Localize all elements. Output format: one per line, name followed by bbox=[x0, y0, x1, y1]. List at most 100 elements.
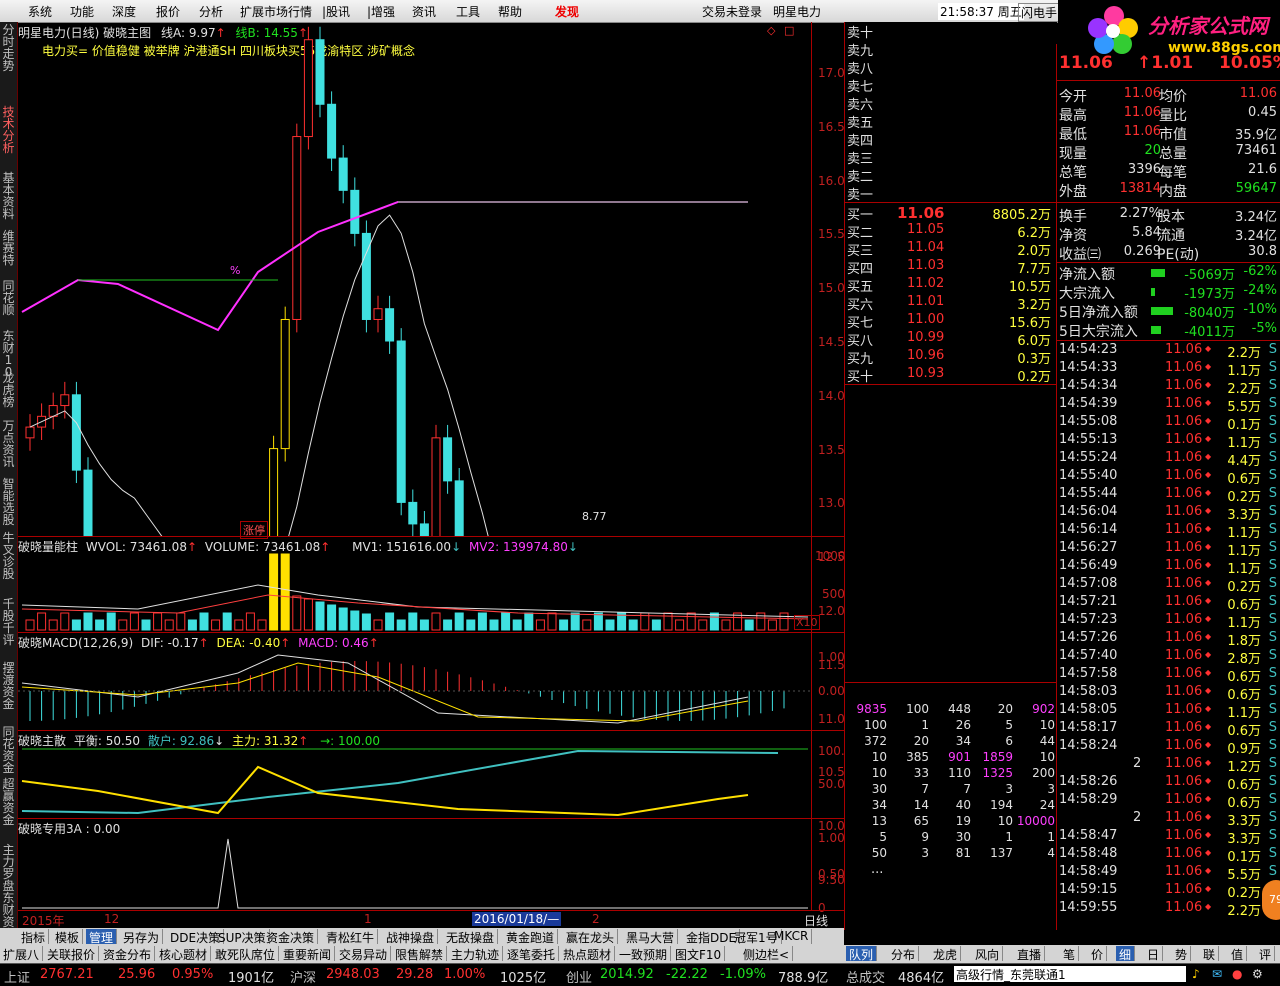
extension-tab-10[interactable]: 热点题材 bbox=[560, 946, 616, 962]
book-tab-4[interactable]: 直播 bbox=[1014, 946, 1046, 962]
menu-info[interactable]: 资讯 bbox=[412, 3, 436, 20]
book-tab-3[interactable]: 风向 bbox=[972, 946, 1004, 962]
buy-level-label[interactable]: 买五 bbox=[847, 276, 873, 295]
candle-body[interactable] bbox=[373, 308, 383, 320]
floating-badge[interactable]: 79 bbox=[1262, 880, 1280, 920]
buy-level-label[interactable]: 买七 bbox=[847, 312, 873, 331]
indicator-tab-1[interactable]: 模板 bbox=[52, 929, 84, 945]
macd-chart[interactable] bbox=[18, 633, 844, 730]
buy-level-label[interactable]: 买六 bbox=[847, 294, 873, 313]
candle-body[interactable] bbox=[315, 39, 325, 105]
extension-tab-7[interactable]: 限售解禁 bbox=[392, 946, 448, 962]
menu-extended-market[interactable]: 扩展市场行情 bbox=[240, 3, 312, 20]
indicator-tab-9[interactable]: 无敌操盘 bbox=[443, 929, 499, 945]
candle-body[interactable] bbox=[454, 480, 464, 536]
menu-system[interactable]: 系统 bbox=[28, 3, 52, 20]
book-tab-1[interactable]: 分布 bbox=[888, 946, 920, 962]
period-label[interactable]: 日线 bbox=[804, 912, 828, 929]
diamond-icon[interactable]: ◇ bbox=[767, 24, 775, 37]
candle-body[interactable] bbox=[25, 426, 35, 439]
settings-icon[interactable]: ⚙ bbox=[1252, 967, 1263, 981]
sell-level-7[interactable]: 卖七 bbox=[847, 76, 873, 95]
candle-body[interactable] bbox=[396, 340, 406, 503]
left-tab-3[interactable]: 维赛特 bbox=[1, 230, 16, 266]
quote-tab-2[interactable]: 细 bbox=[1116, 946, 1136, 962]
menu-help[interactable]: 帮助 bbox=[498, 3, 522, 20]
indicator-tab-8[interactable]: 战神操盘 bbox=[383, 929, 439, 945]
buy-level-label[interactable]: 买四 bbox=[847, 258, 873, 277]
left-tab-4[interactable]: 同花顺 bbox=[1, 280, 16, 316]
candle-body[interactable] bbox=[303, 39, 313, 138]
menu-enhance[interactable]: |增强 bbox=[367, 3, 395, 20]
left-tab-8[interactable]: 智能选股 bbox=[1, 478, 16, 526]
left-tab-2[interactable]: 基本资料 bbox=[1, 172, 16, 220]
indicator-tab-12[interactable]: 黑马大营 bbox=[623, 929, 679, 945]
candle-body[interactable] bbox=[408, 501, 418, 525]
left-tab-10[interactable]: 千股千评 bbox=[1, 598, 16, 646]
candle-body[interactable] bbox=[419, 523, 429, 536]
volume-chart[interactable] bbox=[18, 537, 844, 632]
sell-level-9[interactable]: 卖九 bbox=[847, 40, 873, 59]
menu-tools[interactable]: 工具 bbox=[456, 3, 480, 20]
quote-tab-4[interactable]: 势 bbox=[1172, 946, 1192, 962]
left-tab-12[interactable]: 同花资金 bbox=[1, 726, 16, 774]
extension-tab-3[interactable]: 核心题材 bbox=[156, 946, 212, 962]
indicator-tab-3[interactable]: 另存为 bbox=[120, 929, 164, 945]
extension-tab-8[interactable]: 主力轨迹 bbox=[448, 946, 504, 962]
sell-level-10[interactable]: 卖十 bbox=[847, 22, 873, 41]
alert-icon[interactable]: ● bbox=[1232, 967, 1242, 981]
ticker-scroll[interactable]: 高级行情_东莞联通1 bbox=[954, 966, 1186, 982]
candle-body[interactable] bbox=[269, 448, 279, 536]
left-tab-9[interactable]: 牛叉诊股 bbox=[1, 532, 16, 580]
indicator-tab-10[interactable]: 黄金跑道 bbox=[503, 929, 559, 945]
candle-body[interactable] bbox=[280, 318, 290, 450]
candle-body[interactable] bbox=[292, 136, 302, 320]
candle-body[interactable] bbox=[327, 103, 337, 159]
main-retail-chart[interactable] bbox=[18, 731, 844, 818]
left-tab-0[interactable]: 分时走势 bbox=[1, 24, 16, 72]
indicator-tab-11[interactable]: 赢在龙头 bbox=[563, 929, 619, 945]
queue-more[interactable]: ... bbox=[871, 862, 883, 877]
buy-level-label[interactable]: 买九 bbox=[847, 348, 873, 367]
menu-function[interactable]: 功能 bbox=[70, 3, 94, 20]
left-tab-6[interactable]: 龙虎榜 bbox=[1, 372, 16, 408]
sound-icon[interactable]: ♪ bbox=[1192, 967, 1200, 981]
flash-trade-button[interactable]: 闪电手 bbox=[1018, 3, 1061, 22]
left-tab-14[interactable]: 主力罗盘 bbox=[1, 844, 16, 892]
candlestick-chart[interactable] bbox=[18, 22, 844, 536]
indicator-tab-6[interactable]: 资金决策 bbox=[263, 929, 319, 945]
candle-body[interactable] bbox=[338, 157, 348, 191]
extension-tab-13[interactable]: 侧边栏< bbox=[740, 946, 794, 962]
chat-icon[interactable]: ✉ bbox=[1212, 967, 1222, 981]
buy-level-label[interactable]: 买八 bbox=[847, 330, 873, 349]
extension-tab-12[interactable]: 图文F10 bbox=[672, 946, 726, 962]
indicator-tab-0[interactable]: 指标 bbox=[18, 929, 50, 945]
left-tab-13[interactable]: 超赢资金 bbox=[1, 778, 16, 826]
indicator-tab-7[interactable]: 青松红牛 bbox=[323, 929, 379, 945]
book-tab-2[interactable]: 龙虎 bbox=[930, 946, 962, 962]
indicator-tab-5[interactable]: SUP决策 bbox=[215, 929, 270, 945]
quote-tab-1[interactable]: 价 bbox=[1088, 946, 1108, 962]
menu-discover[interactable]: 发现 bbox=[555, 3, 579, 20]
buy-level-label[interactable]: 买三 bbox=[847, 240, 873, 259]
extension-tab-9[interactable]: 逐笔委托 bbox=[504, 946, 560, 962]
indicator-tab-2[interactable]: 管理 bbox=[86, 929, 118, 945]
special-chart[interactable] bbox=[18, 819, 844, 910]
sell-level-3[interactable]: 卖三 bbox=[847, 148, 873, 167]
extension-tab-4[interactable]: 敢死队席位 bbox=[212, 946, 280, 962]
extension-tab-5[interactable]: 重要新闻 bbox=[280, 946, 336, 962]
candle-body[interactable] bbox=[431, 437, 441, 536]
menu-stock-news[interactable]: |股讯 bbox=[322, 3, 350, 20]
extension-tab-2[interactable]: 资金分布 bbox=[100, 946, 156, 962]
candle-body[interactable] bbox=[443, 437, 453, 482]
buy-level-label[interactable]: 买十 bbox=[847, 366, 873, 385]
indicator-tab-15[interactable]: MKCR bbox=[771, 929, 813, 944]
login-status[interactable]: 交易未登录 bbox=[702, 3, 762, 20]
close-pane-icon[interactable]: □ bbox=[784, 24, 794, 37]
candle-body[interactable] bbox=[60, 394, 70, 407]
candle-body[interactable] bbox=[83, 469, 93, 536]
sell-level-5[interactable]: 卖五 bbox=[847, 112, 873, 131]
candle-body[interactable] bbox=[385, 308, 395, 342]
book-tab-0[interactable]: 队列 bbox=[846, 946, 878, 962]
buy-level-label[interactable]: 买一 bbox=[847, 204, 873, 223]
